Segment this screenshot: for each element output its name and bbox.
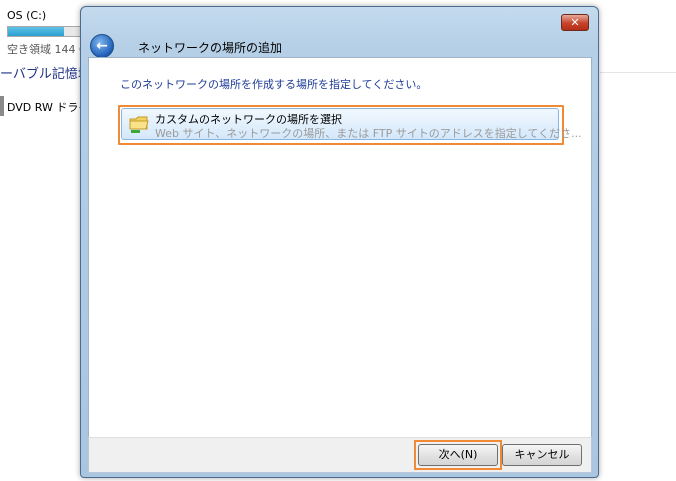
removable-storage-heading: ーバブル記憶域: [0, 67, 91, 82]
dvd-drive-label[interactable]: DVD RW ドライ: [7, 99, 89, 115]
dialog-title: ネットワークの場所の追加: [138, 41, 283, 55]
back-arrow-icon[interactable]: ←: [90, 34, 114, 58]
next-button-label: 次へ(N): [438, 448, 478, 461]
drive-usage-fill: [8, 27, 64, 36]
add-network-location-dialog: ✕ ← ネットワークの場所の追加 このネットワークの場所を作成する場所を指定して…: [80, 6, 599, 478]
dialog-footer: 次へ(N) キャンセル: [88, 437, 592, 473]
cancel-button-label: キャンセル: [514, 448, 570, 461]
drive-name[interactable]: OS (C:): [7, 9, 46, 22]
instruction-text: このネットワークの場所を作成する場所を指定してください。: [120, 78, 428, 91]
next-button[interactable]: 次へ(N): [414, 440, 502, 470]
dialog-content: このネットワークの場所を作成する場所を指定してください。 カスタムのネットワーク…: [88, 57, 592, 438]
close-button[interactable]: ✕: [561, 14, 589, 31]
folder-network-icon: [129, 116, 149, 133]
cancel-button[interactable]: キャンセル: [502, 444, 582, 466]
custom-network-location-option[interactable]: カスタムのネットワークの場所を選択 Web サイト、ネットワークの場所、または …: [118, 105, 582, 145]
option-description: Web サイト、ネットワークの場所、または FTP サイトのアドレスを指定してく…: [155, 127, 582, 140]
dvd-drive-icon[interactable]: [0, 96, 4, 116]
drive-usage-bar: [7, 26, 89, 37]
drive-free-space: 空き領域 144 G: [7, 43, 88, 56]
section-divider: [600, 72, 676, 73]
